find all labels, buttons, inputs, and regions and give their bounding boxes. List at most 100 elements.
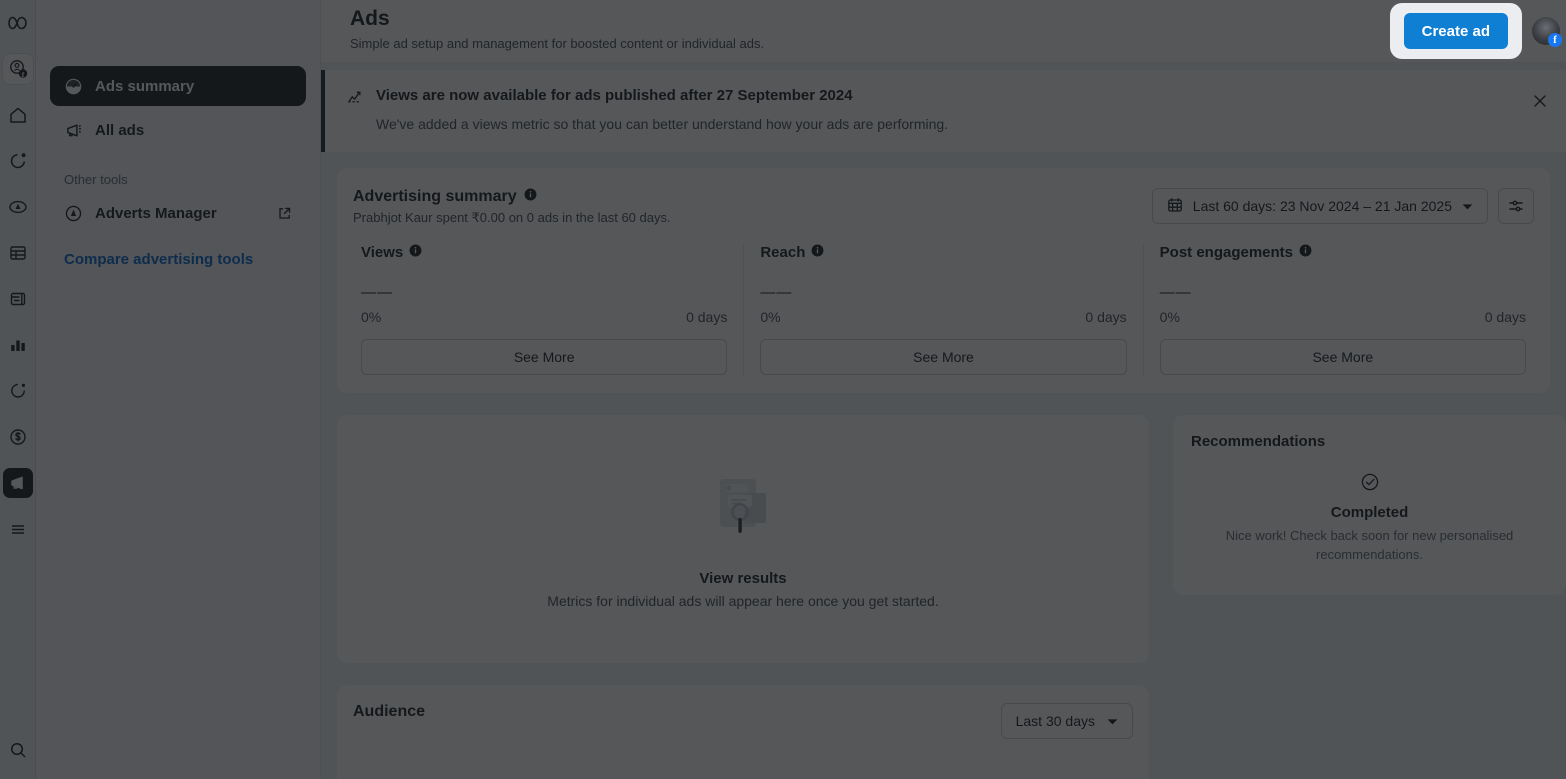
megaphone-icon xyxy=(64,121,83,140)
sidebar-item-adverts-manager[interactable]: Adverts Manager xyxy=(50,193,306,233)
insights-table-icon[interactable] xyxy=(3,238,33,268)
summary-heading-block: Advertising summary Prabhjot Kaur spent … xyxy=(353,188,671,226)
sidebar-item-all-ads[interactable]: All ads xyxy=(50,110,306,150)
metric-title-row: Views xyxy=(361,244,727,261)
audience-range-selector[interactable]: Last 30 days xyxy=(1000,703,1133,739)
recommendations-message: Nice work! Check back soon for new perso… xyxy=(1225,528,1514,562)
facebook-badge-icon: f xyxy=(1548,33,1562,47)
results-subtitle: Metrics for individual ads will appear h… xyxy=(547,593,939,609)
metric-days: 0 days xyxy=(686,309,728,325)
menu-icon[interactable] xyxy=(3,514,33,544)
summary-subtitle: Prabhjot Kaur spent ₹0.00 on 0 ads in th… xyxy=(353,210,671,225)
filter-settings-icon[interactable] xyxy=(1498,188,1534,224)
create-ad-button[interactable]: Create ad xyxy=(1403,13,1508,49)
sidebar-nav-list: Ads summary All ads Other tools Adverts … xyxy=(36,0,320,268)
compare-advertising-tools-link[interactable]: Compare advertising tools xyxy=(50,237,306,268)
metric-card-reach: Reach —— 0% 0 days See More xyxy=(744,244,1144,375)
external-link-icon xyxy=(277,206,292,221)
views-announcement-banner: Views are now available for ads publishe… xyxy=(321,70,1566,152)
bar-chart-icon[interactable] xyxy=(3,330,33,360)
calendar-icon xyxy=(1167,197,1183,216)
metric-title-row: Post engagements xyxy=(1160,244,1526,261)
profile-facebook-icon[interactable]: f xyxy=(2,54,33,84)
engagement-icon[interactable] xyxy=(3,376,33,406)
gauge-icon xyxy=(64,77,83,96)
see-more-button[interactable]: See More xyxy=(760,339,1127,375)
audience-title: Audience xyxy=(353,703,426,720)
main-content: Views are now available for ads publishe… xyxy=(321,62,1566,779)
metric-stats-row: 0% 0 days xyxy=(1160,309,1526,325)
audience-range-label: Last 30 days xyxy=(1015,713,1095,729)
summary-title-row: Advertising summary xyxy=(353,188,671,206)
search-icon[interactable] xyxy=(3,735,33,765)
metric-value: —— xyxy=(760,284,793,301)
circle-a-icon xyxy=(64,204,83,223)
app-root: f Ads summary All ads Other tools Advert… xyxy=(0,0,1566,779)
metric-change: 0% xyxy=(361,309,382,325)
monetisation-icon[interactable] xyxy=(3,422,33,452)
metric-change: 0% xyxy=(1159,309,1180,325)
meta-infinity-icon[interactable] xyxy=(3,8,33,38)
metric-days: 0 days xyxy=(1085,309,1127,325)
metric-card-post-engagements: Post engagements —— 0% 0 days See More xyxy=(1144,244,1534,375)
avatar[interactable]: f xyxy=(1532,17,1562,47)
home-icon[interactable] xyxy=(3,100,33,130)
close-icon[interactable] xyxy=(1530,91,1550,111)
see-more-button[interactable]: See More xyxy=(361,339,728,375)
sidebar-group-title: Other tools xyxy=(64,172,128,187)
sidebar-item-label: Adverts Manager xyxy=(95,204,217,222)
ads-megaphone-icon[interactable] xyxy=(2,468,33,498)
recommendations-card: Recommendations Completed Nice work! Che… xyxy=(1173,415,1566,595)
results-title: View results xyxy=(699,570,787,587)
notifications-icon[interactable] xyxy=(3,146,33,176)
view-results-card: View results Metrics for individual ads … xyxy=(337,415,1149,663)
empty-results-illustration xyxy=(706,469,780,548)
lower-row: View results Metrics for individual ads … xyxy=(337,415,1566,663)
chevron-down-icon xyxy=(1462,198,1473,214)
metric-days: 0 days xyxy=(1484,309,1526,325)
banner-title: Views are now available for ads publishe… xyxy=(376,87,853,104)
recommendations-body: Completed Nice work! Check back soon for… xyxy=(1191,472,1548,564)
metric-title-row: Reach xyxy=(760,244,1126,261)
audience-card: Audience Last 30 days xyxy=(337,685,1149,779)
banner-text-block: Views are now available for ads publishe… xyxy=(376,86,948,134)
metric-title: Post engagements xyxy=(1159,244,1294,261)
metric-title: Views xyxy=(361,244,404,261)
recommendations-status: Completed xyxy=(1330,504,1409,521)
top-right-actions: Create ad f xyxy=(1389,0,1566,62)
advertising-summary-card: Advertising summary Prabhjot Kaur spent … xyxy=(337,168,1550,393)
date-range-label: Last 60 days: 23 Nov 2024 – 21 Jan 2025 xyxy=(1192,198,1452,214)
page-header: Ads Simple ad setup and management for b… xyxy=(321,0,1566,62)
pages-icon[interactable] xyxy=(3,284,33,314)
metric-value: —— xyxy=(361,284,393,301)
summary-header: Advertising summary Prabhjot Kaur spent … xyxy=(353,188,1534,226)
left-icon-rail: f xyxy=(0,0,36,779)
ads-page: f Ads summary All ads Other tools Advert… xyxy=(0,0,1566,779)
metric-value: —— xyxy=(1159,284,1192,301)
metric-stats-row: 0% 0 days xyxy=(760,309,1126,325)
banner-body: We've added a views metric so that you c… xyxy=(376,116,949,132)
info-icon[interactable] xyxy=(524,188,537,206)
info-icon[interactable] xyxy=(1299,244,1312,261)
chevron-down-icon xyxy=(1107,713,1118,729)
info-icon[interactable] xyxy=(409,244,422,261)
sidebar-item-label: Ads summary xyxy=(95,77,195,95)
metric-cards: Views —— 0% 0 days See More Reach —— 0% … xyxy=(353,244,1534,375)
see-more-button[interactable]: See More xyxy=(1159,339,1526,375)
page-subtitle: Simple ad setup and management for boost… xyxy=(350,36,765,51)
recommendations-title: Recommendations xyxy=(1191,433,1326,450)
metric-change: 0% xyxy=(760,309,781,325)
date-range-selector[interactable]: Last 60 days: 23 Nov 2024 – 21 Jan 2025 xyxy=(1151,188,1488,224)
metric-card-views: Views —— 0% 0 days See More xyxy=(353,244,745,375)
ads-sidebar: Ads summary All ads Other tools Adverts … xyxy=(36,0,321,779)
adverts-manager-icon[interactable] xyxy=(3,192,33,222)
sidebar-item-ads-summary[interactable]: Ads summary xyxy=(50,66,306,106)
summary-controls: Last 60 days: 23 Nov 2024 – 21 Jan 2025 xyxy=(1151,188,1534,224)
info-icon[interactable] xyxy=(811,244,824,261)
sidebar-item-label: All ads xyxy=(95,121,145,139)
check-circle-icon xyxy=(1360,473,1380,496)
trend-line-icon xyxy=(347,88,364,134)
page-title: Ads xyxy=(350,7,390,30)
metric-title: Reach xyxy=(760,244,806,261)
metric-stats-row: 0% 0 days xyxy=(361,309,727,325)
